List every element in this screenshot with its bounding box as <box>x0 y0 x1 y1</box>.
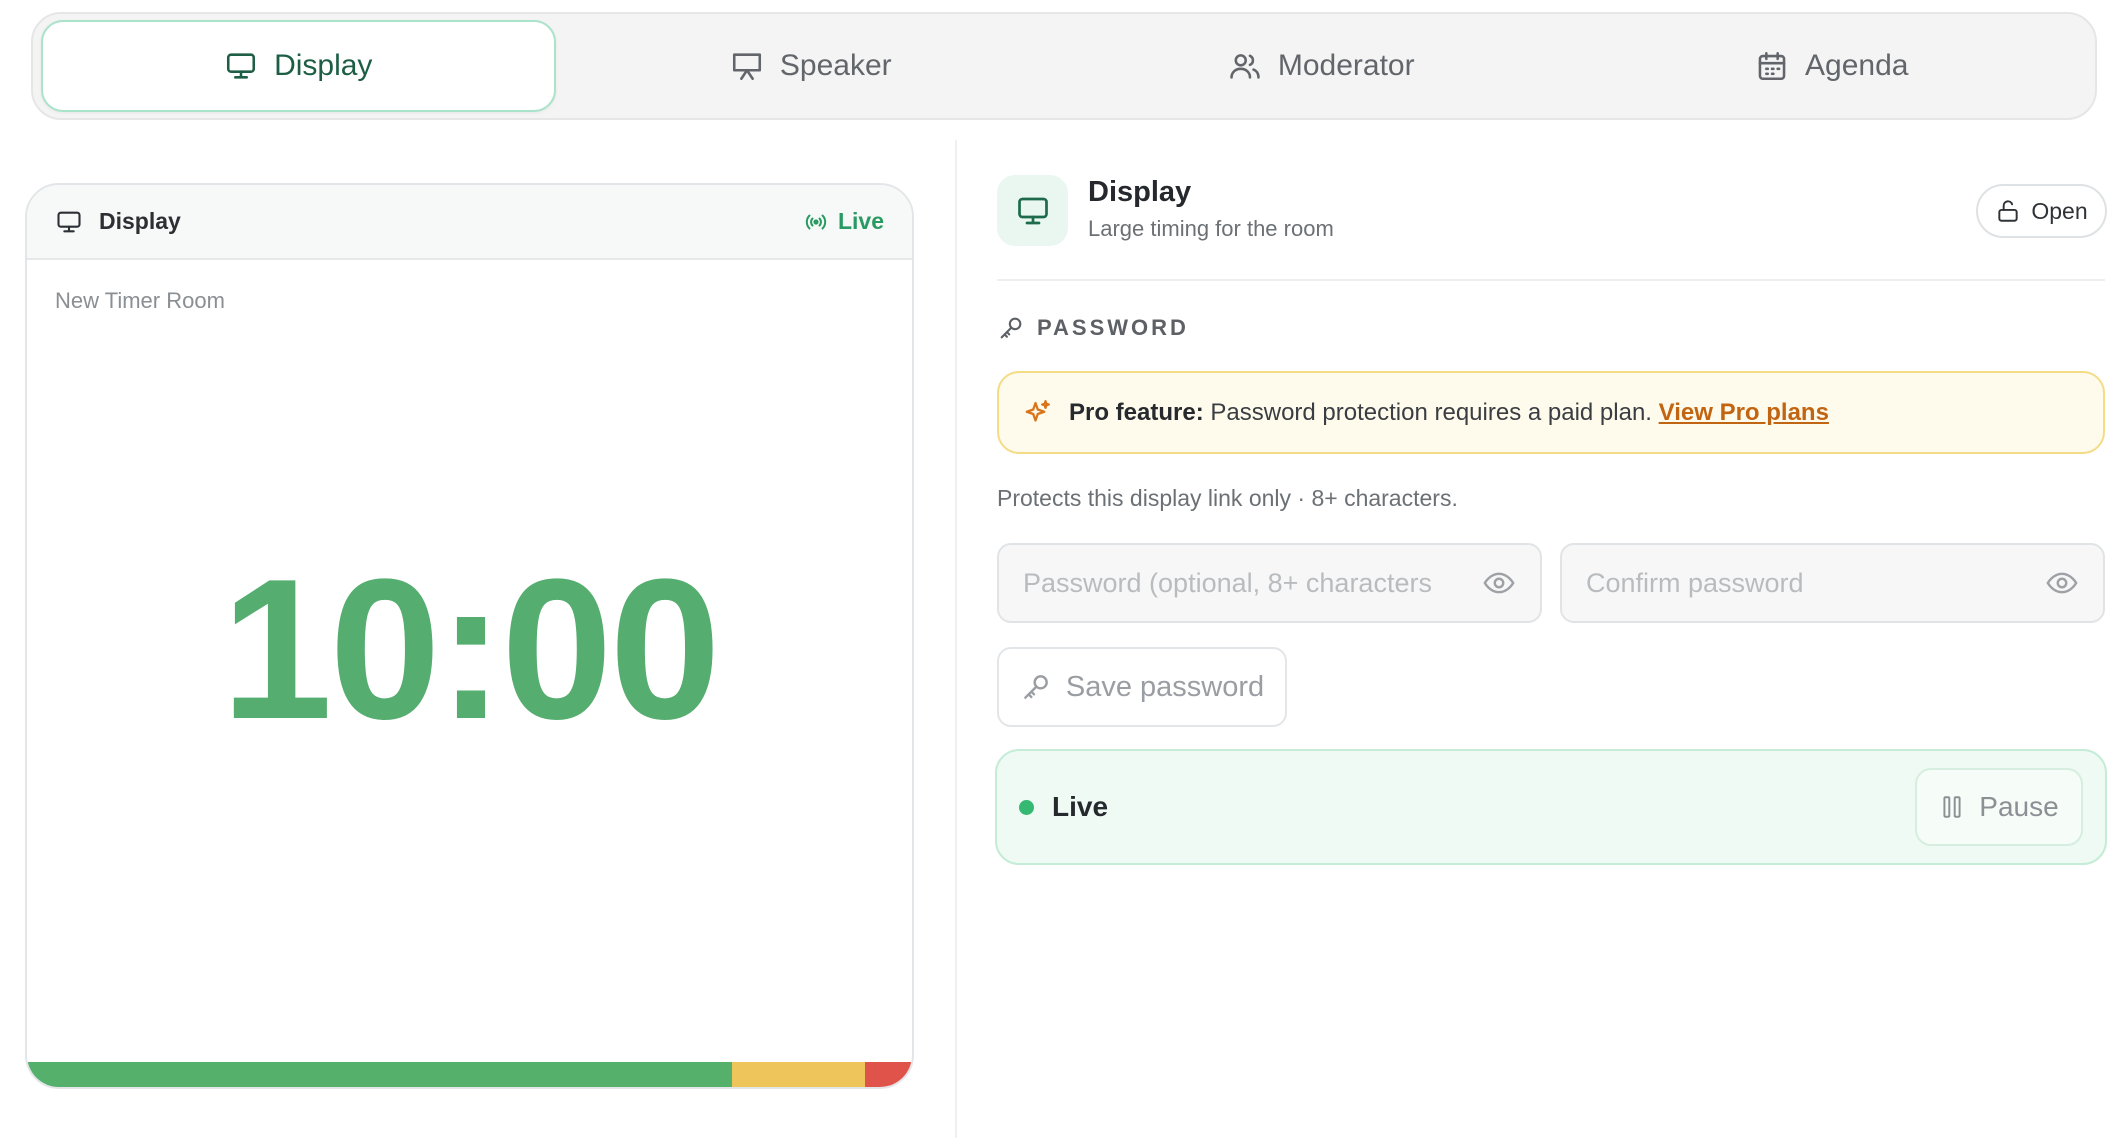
confirm-password-input[interactable] <box>1586 567 2045 599</box>
open-label: Open <box>2031 197 2088 224</box>
progress-segment <box>732 1062 866 1087</box>
progress-segment <box>27 1062 733 1087</box>
pause-label: Pause <box>1979 791 2059 822</box>
tab-label: Moderator <box>1277 49 1415 82</box>
pro-notice-body: Password protection requires a paid plan… <box>1210 398 1652 426</box>
pro-notice-text: Pro feature: Password protection require… <box>1069 399 1829 427</box>
presentation-icon <box>732 53 761 81</box>
view-pro-plans-link[interactable]: View Pro plans <box>1659 399 1829 426</box>
live-indicator: Live <box>804 208 884 235</box>
timer-display: 10:00 <box>221 538 721 761</box>
tab-speaker[interactable]: Speaker <box>556 20 1067 112</box>
room-name: New Timer Room <box>55 288 225 313</box>
view-tabs: Display Speaker Moderator Agenda <box>31 12 2097 120</box>
pro-feature-notice: Pro feature: Password protection require… <box>997 371 2105 454</box>
eye-icon[interactable] <box>1482 566 1516 600</box>
preview-title: Display <box>55 208 181 236</box>
unlock-icon <box>1998 200 2019 222</box>
password-helper-text: Protects this display link only · 8+ cha… <box>997 485 1458 511</box>
tab-label: Display <box>274 49 373 82</box>
password-field <box>997 543 1542 623</box>
header-divider <box>997 279 2105 281</box>
panel-title: Display <box>1088 176 1192 208</box>
time-progress-bar <box>27 1062 912 1087</box>
password-section-label: PASSWORD <box>997 314 1189 342</box>
key-icon <box>1000 317 1022 339</box>
live-dot <box>1019 799 1034 815</box>
monitor-icon <box>1017 197 1048 224</box>
progress-segment <box>865 1062 912 1087</box>
monitor-icon <box>57 211 81 232</box>
broadcast-icon <box>805 214 827 229</box>
pause-icon <box>1943 796 1961 818</box>
monitor-icon <box>227 53 256 79</box>
sparkles-icon <box>1025 399 1050 422</box>
display-preview-card: Display Live New Timer Room 10:00 <box>25 183 914 1089</box>
open-lock-button[interactable]: Open <box>1976 184 2107 238</box>
tab-moderator[interactable]: Moderator <box>1066 20 1577 112</box>
confirm-password-field <box>1560 543 2105 623</box>
live-label: Live <box>837 208 884 234</box>
password-section-text: PASSWORD <box>1037 315 1189 340</box>
tab-agenda[interactable]: Agenda <box>1577 20 2088 112</box>
panel-divider <box>955 140 957 1138</box>
live-status-label: Live <box>1052 791 1109 822</box>
calendar-icon <box>1758 51 1786 81</box>
users-icon <box>1230 54 1260 79</box>
tab-label: Agenda <box>1805 49 1909 82</box>
preview-title-label: Display <box>99 208 181 234</box>
eye-icon[interactable] <box>2045 566 2079 600</box>
key-icon <box>1023 675 1048 699</box>
tab-display[interactable]: Display <box>41 20 556 112</box>
preview-header: Display Live <box>27 185 912 260</box>
panel-subtitle: Large timing for the room <box>1088 216 1334 241</box>
save-password-label: Save password <box>1065 670 1265 703</box>
pro-notice-bold: Pro feature: <box>1069 398 1204 426</box>
pause-button[interactable]: Pause <box>1915 768 2083 846</box>
save-password-button[interactable]: Save password <box>997 647 1287 727</box>
password-input[interactable] <box>1023 567 1482 599</box>
live-status-bar: Live Pause <box>995 749 2107 865</box>
tab-label: Speaker <box>779 49 892 82</box>
display-icon-badge <box>997 175 1068 246</box>
